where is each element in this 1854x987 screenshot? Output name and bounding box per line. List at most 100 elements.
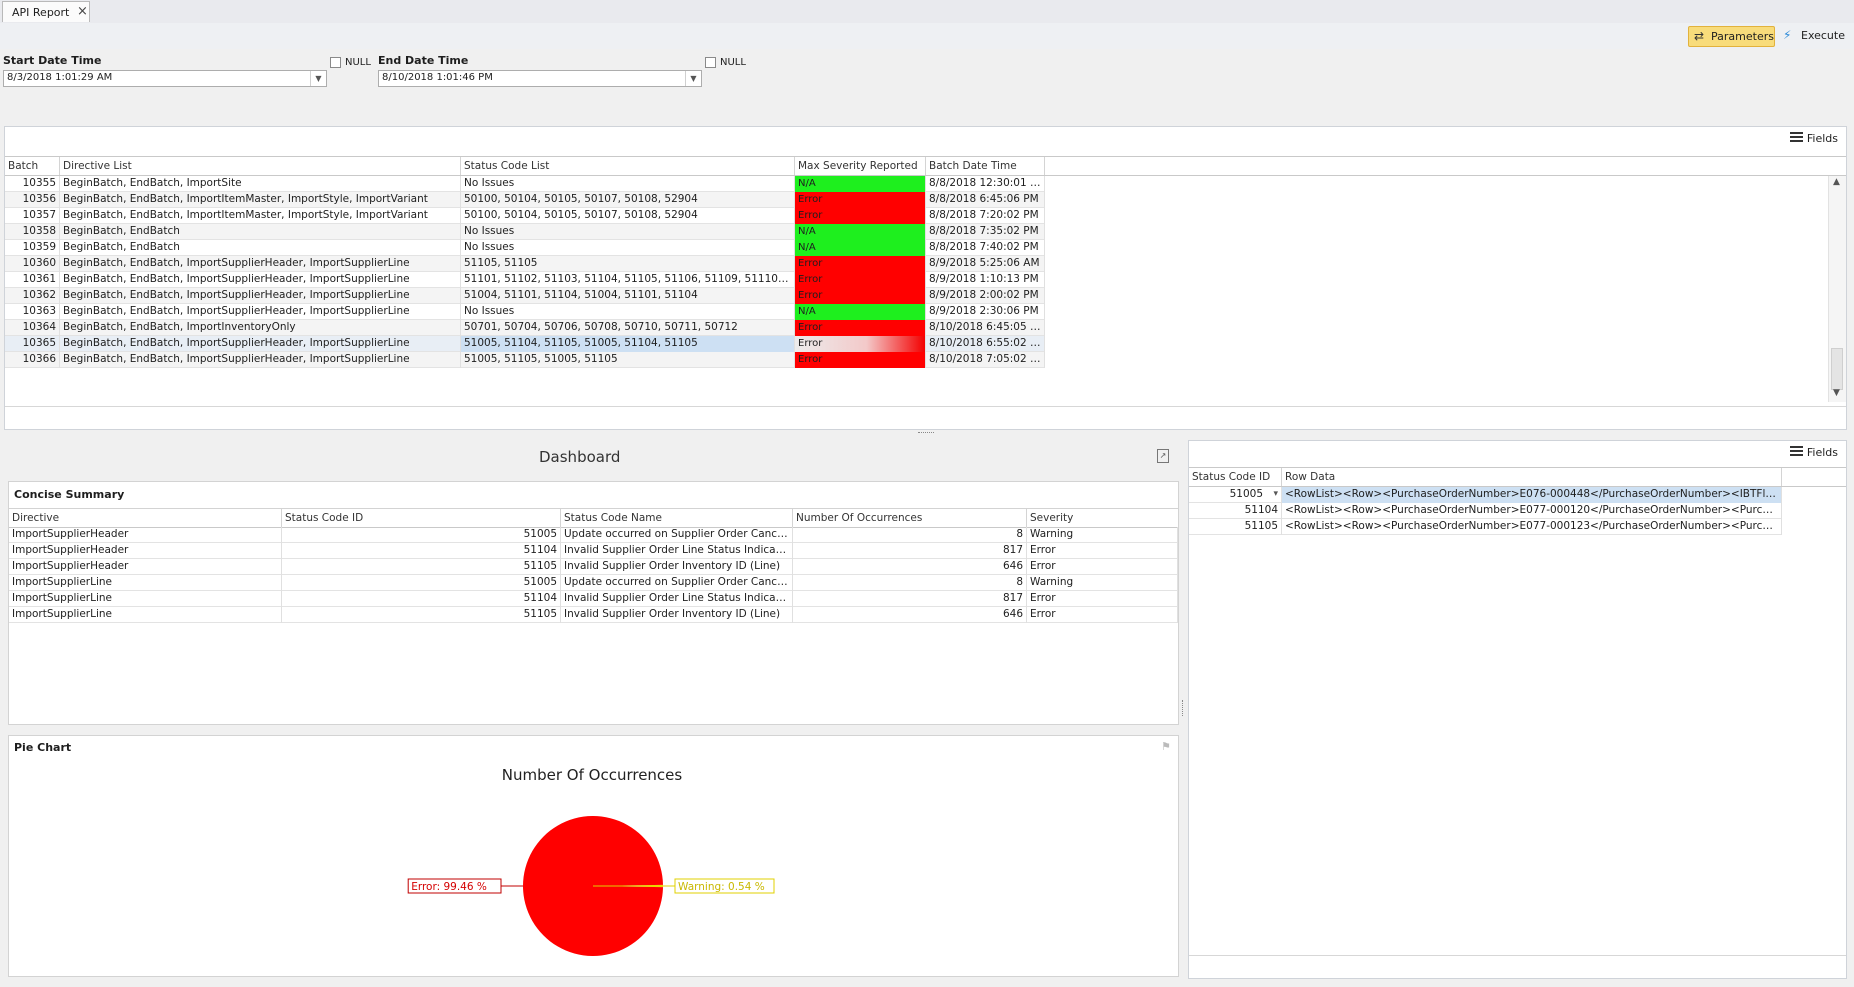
table-row[interactable]: ImportSupplierHeader 51104 Invalid Supplie…	[9, 543, 1178, 559]
table-row[interactable]: ImportSupplierLine 51105 Invalid Supplier …	[9, 607, 1178, 623]
severity-cell: Error	[1027, 591, 1178, 607]
table-row[interactable]: 10355 BeginBatch, EndBatch, ImportSite No …	[5, 176, 1045, 192]
column-header-batch[interactable]: Batch	[5, 157, 60, 175]
column-header-severity[interactable]: Severity	[1027, 509, 1178, 527]
batch-grid-scrollbar[interactable]: ▲ ▼	[1828, 176, 1846, 402]
table-row[interactable]: 10362 BeginBatch, EndBatch, ImportSupplie…	[5, 288, 1045, 304]
table-row[interactable]: ImportSupplierLine 51104 Invalid Supplier …	[9, 591, 1178, 607]
end-date-label: End Date Time	[378, 54, 469, 67]
batch-date-cell: 8/10/2018 7:05:02 AM	[926, 352, 1045, 368]
pie-chart-panel: Pie Chart ⚑ Number Of Occurrences Error:…	[8, 735, 1179, 977]
column-header-max-severity[interactable]: Max Severity Reported	[795, 157, 926, 175]
batch-date-cell: 8/9/2018 2:30:06 PM	[926, 304, 1045, 320]
table-row[interactable]: 10363 BeginBatch, EndBatch, ImportSupplie…	[5, 304, 1045, 320]
flag-icon[interactable]: ⚑	[1161, 740, 1171, 753]
occurrences-cell: 8	[793, 575, 1027, 591]
status-code-name-cell: Invalid Supplier Order Line Status Indic…	[561, 591, 793, 607]
batch-cell: 10357	[5, 208, 60, 224]
chevron-down-icon[interactable]: ▾	[1273, 487, 1278, 502]
detail-fields-button[interactable]: Fields	[1789, 446, 1838, 459]
directive-list-cell: BeginBatch, EndBatch, ImportSupplierHead…	[60, 304, 461, 320]
status-code-id-cell: 51005 ▾	[1189, 487, 1282, 503]
scrollbar-thumb[interactable]	[1831, 348, 1843, 390]
batch-fields-button[interactable]: Fields	[1789, 132, 1838, 145]
table-row[interactable]: 51005 ▾ <RowList><Row><PurchaseOrderNumber…	[1189, 487, 1782, 503]
start-null-checkbox[interactable]	[330, 57, 341, 68]
batch-date-cell: 8/10/2018 6:45:05 AM	[926, 320, 1045, 336]
table-row[interactable]: 10361 BeginBatch, EndBatch, ImportSupplie…	[5, 272, 1045, 288]
export-icon[interactable]: ↗	[1157, 449, 1169, 463]
status-code-name-cell: Invalid Supplier Order Inventory ID (Lin…	[561, 607, 793, 623]
status-code-list-cell: 51005, 51104, 51105, 51005, 51104, 51105	[461, 336, 795, 352]
splitter-handle[interactable]	[918, 432, 934, 436]
start-null-label: NULL	[345, 57, 371, 68]
pie-label-text: Warning: 0.54 %	[678, 881, 765, 893]
chevron-down-icon[interactable]: ▼	[685, 71, 701, 86]
end-date-input[interactable]: 8/10/2018 1:01:46 PM ▼	[378, 70, 702, 87]
column-header-status-code-list[interactable]: Status Code List	[461, 157, 795, 175]
table-row[interactable]: 10359 BeginBatch, EndBatch No Issues N/A 8/8…	[5, 240, 1045, 256]
severity-cell: N/A	[795, 224, 926, 240]
occurrences-cell: 8	[793, 527, 1027, 543]
column-header-number-of-occurrences[interactable]: Number Of Occurrences	[793, 509, 1027, 527]
tab-api-report[interactable]: API Report ×	[2, 1, 90, 22]
chevron-down-icon[interactable]: ▼	[310, 71, 326, 86]
severity-cell: Warning	[1027, 575, 1178, 591]
directive-list-cell: BeginBatch, EndBatch, ImportSupplierHead…	[60, 288, 461, 304]
severity-cell: Error	[1027, 559, 1178, 575]
status-code-id-cell: 51105	[282, 607, 561, 623]
severity-cell: Error	[795, 192, 926, 208]
batch-date-cell: 8/8/2018 7:35:02 PM	[926, 224, 1045, 240]
batch-grid-body: 10355 BeginBatch, EndBatch, ImportSite No …	[5, 176, 1045, 386]
list-icon	[1789, 132, 1803, 143]
status-code-list-cell: No Issues	[461, 304, 795, 320]
detail-grid-body: 51005 ▾ <RowList><Row><PurchaseOrderNumber…	[1189, 487, 1782, 547]
column-header-status-code-name[interactable]: Status Code Name	[561, 509, 793, 527]
table-row[interactable]: 10356 BeginBatch, EndBatch, ImportItemMas…	[5, 192, 1045, 208]
start-date-input[interactable]: 8/3/2018 1:01:29 AM ▼	[3, 70, 327, 87]
scroll-up-icon[interactable]: ▲	[1833, 177, 1840, 187]
table-row[interactable]: 51105 <RowList><Row><PurchaseOrderNumber>…	[1189, 519, 1782, 535]
severity-cell: Error	[795, 320, 926, 336]
table-row[interactable]: 10366 BeginBatch, EndBatch, ImportSupplie…	[5, 352, 1045, 368]
end-null-checkbox[interactable]	[705, 57, 716, 68]
status-code-list-cell: No Issues	[461, 240, 795, 256]
table-row[interactable]: 10360 BeginBatch, EndBatch, ImportSupplie…	[5, 256, 1045, 272]
column-header-batch-date-time[interactable]: Batch Date Time	[926, 157, 1045, 175]
table-row[interactable]: ImportSupplierHeader 51005 Update occurred…	[9, 527, 1178, 543]
column-header-row-data[interactable]: Row Data	[1282, 468, 1782, 486]
grid-footer-divider	[1189, 955, 1846, 956]
pie-label-text: Error: 99.46 %	[411, 881, 487, 893]
batch-date-cell: 8/8/2018 7:40:02 PM	[926, 240, 1045, 256]
fields-label: Fields	[1806, 132, 1838, 145]
status-code-list-cell: 51105, 51105	[461, 256, 795, 272]
close-icon[interactable]: ×	[77, 4, 88, 19]
table-row[interactable]: 10364 BeginBatch, EndBatch, ImportInvento…	[5, 320, 1045, 336]
column-header-directive[interactable]: Directive	[9, 509, 282, 527]
vertical-splitter-handle[interactable]	[1182, 700, 1186, 716]
column-header-status-code-id[interactable]: Status Code ID	[1189, 468, 1282, 486]
column-header-directive-list[interactable]: Directive List	[60, 157, 461, 175]
batch-date-cell: 8/8/2018 12:30:01 PM	[926, 176, 1045, 192]
status-code-name-cell: Update occurred on Supplier Order Cancel…	[561, 527, 793, 543]
column-header-status-code-id[interactable]: Status Code ID	[282, 509, 561, 527]
batch-cell: 10362	[5, 288, 60, 304]
status-code-list-cell: 50701, 50704, 50706, 50708, 50710, 50711…	[461, 320, 795, 336]
batch-grid-panel: Fields Batch Directive List Status Code …	[4, 126, 1847, 430]
parameters-button[interactable]: ⇄ Parameters	[1688, 26, 1775, 47]
batch-cell: 10364	[5, 320, 60, 336]
detail-grid-header: Status Code ID Row Data	[1189, 467, 1846, 487]
status-code-name-cell: Invalid Supplier Order Line Status Indic…	[561, 543, 793, 559]
batch-date-cell: 8/9/2018 1:10:13 PM	[926, 272, 1045, 288]
table-row[interactable]: ImportSupplierLine 51005 Update occurred o…	[9, 575, 1178, 591]
table-row[interactable]: ImportSupplierHeader 51105 Invalid Supplie…	[9, 559, 1178, 575]
table-row[interactable]: 10365 BeginBatch, EndBatch, ImportSupplie…	[5, 336, 1045, 352]
detail-grid-panel: Fields Status Code ID Row Data 51005 ▾ <Ro…	[1188, 440, 1847, 979]
table-row[interactable]: 51104 <RowList><Row><PurchaseOrderNumber>…	[1189, 503, 1782, 519]
execute-button[interactable]: ⚡ Execute	[1783, 26, 1853, 47]
table-row[interactable]: 10357 BeginBatch, EndBatch, ImportItemMas…	[5, 208, 1045, 224]
directive-list-cell: BeginBatch, EndBatch	[60, 240, 461, 256]
scroll-down-icon[interactable]: ▼	[1833, 388, 1840, 398]
directive-list-cell: BeginBatch, EndBatch, ImportInventoryOnl…	[60, 320, 461, 336]
table-row[interactable]: 10358 BeginBatch, EndBatch No Issues N/A 8/8…	[5, 224, 1045, 240]
